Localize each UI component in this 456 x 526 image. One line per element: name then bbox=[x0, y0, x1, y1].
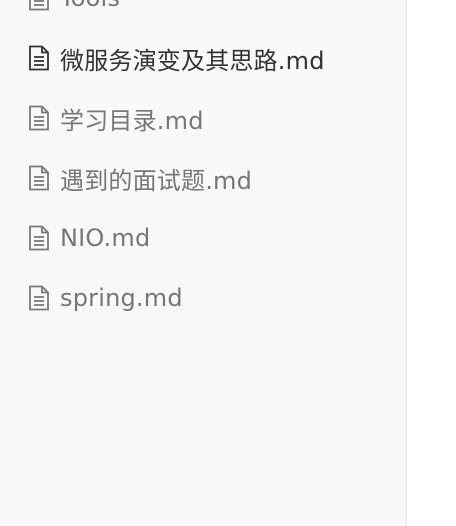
file-name: 遇到的面试题.md bbox=[60, 166, 253, 195]
file-item-tools[interactable]: Tools bbox=[0, 0, 406, 28]
file-name: 微服务演变及其思路.md bbox=[60, 46, 325, 75]
file-item-microservices[interactable]: 微服务演变及其思路.md bbox=[0, 28, 406, 88]
document-icon bbox=[27, 0, 51, 11]
document-icon bbox=[27, 165, 51, 191]
file-name: NIO.md bbox=[60, 224, 151, 252]
document-icon bbox=[27, 45, 51, 71]
document-icon bbox=[27, 105, 51, 131]
file-item-spring[interactable]: spring.md bbox=[0, 268, 406, 328]
editor-area bbox=[407, 0, 456, 526]
file-name: Tools bbox=[60, 0, 120, 12]
document-icon bbox=[27, 225, 51, 251]
file-name: spring.md bbox=[60, 284, 183, 312]
document-icon bbox=[27, 285, 51, 311]
file-list: Tools 微服务演变及其思路.md bbox=[0, 0, 406, 328]
file-name: 学习目录.md bbox=[60, 106, 204, 135]
file-item-study-index[interactable]: 学习目录.md bbox=[0, 88, 406, 148]
file-item-interview-questions[interactable]: 遇到的面试题.md bbox=[0, 148, 406, 208]
file-item-nio[interactable]: NIO.md bbox=[0, 208, 406, 268]
file-tree-sidebar: Tools 微服务演变及其思路.md bbox=[0, 0, 407, 526]
